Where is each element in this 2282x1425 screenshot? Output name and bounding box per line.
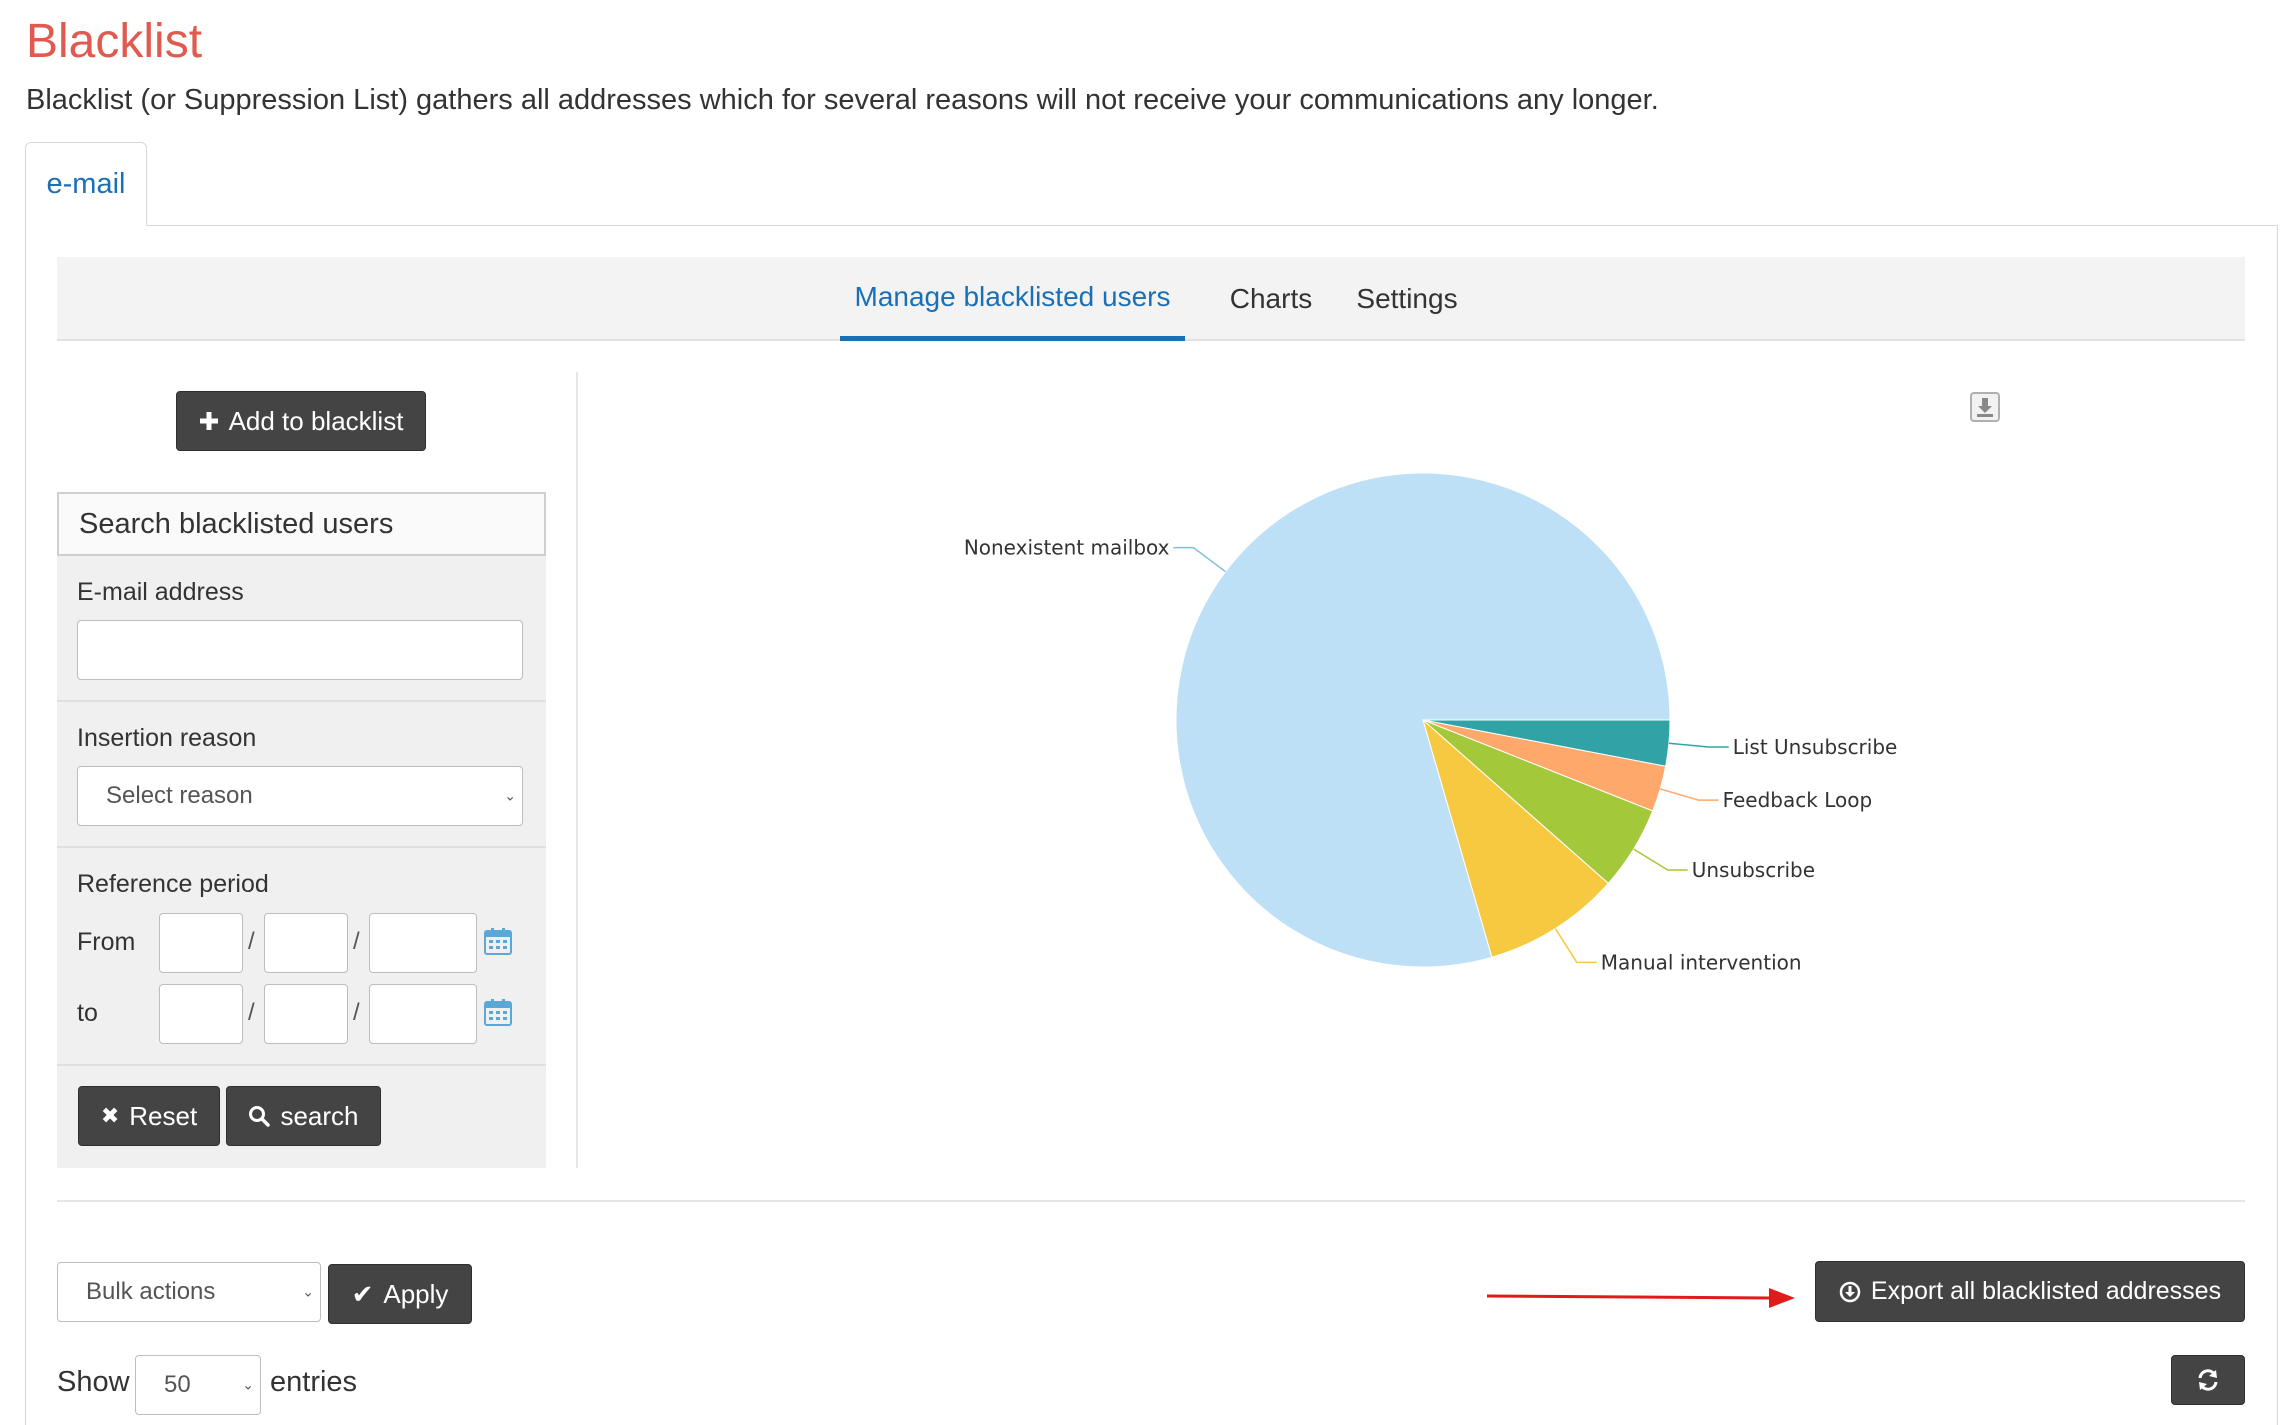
chevron-down-icon: ⌄	[504, 787, 516, 804]
date-separator: /	[353, 999, 360, 1026]
from-month-input[interactable]	[264, 913, 348, 973]
refresh-icon	[2198, 1369, 2218, 1391]
from-year-input[interactable]	[369, 913, 477, 973]
calendar-icon[interactable]	[483, 926, 513, 956]
reason-select-value: Select reason	[106, 782, 253, 809]
search-panel-title: Search blacklisted users	[57, 492, 546, 556]
download-circle-icon	[1839, 1281, 1861, 1302]
pie-leader-line	[1554, 928, 1597, 964]
add-to-blacklist-button[interactable]: Add to blacklist	[176, 391, 426, 451]
check-icon: ✔	[351, 1278, 374, 1309]
divider	[57, 700, 546, 702]
search-panel: Search blacklisted users E-mail address …	[57, 492, 546, 1168]
pie-label: Feedback Loop	[1723, 788, 1873, 812]
pie-leader-line	[1173, 546, 1226, 573]
subtab-charts[interactable]: Charts	[1207, 257, 1335, 341]
bulk-actions-value: Bulk actions	[86, 1278, 216, 1305]
page-description: Blacklist (or Suppression List) gathers …	[26, 84, 1659, 116]
blacklist-page: Blacklist Blacklist (or Suppression List…	[0, 0, 2282, 1425]
pie-label: List Unsubscribe	[1733, 735, 1898, 759]
entries-per-page-select[interactable]: 50 ⌄	[135, 1355, 261, 1415]
pie-leader-line	[1668, 742, 1729, 748]
date-separator: /	[248, 999, 255, 1026]
pie-leader-line	[1659, 788, 1719, 801]
subnav-bar: Manage blacklisted users Charts Settings	[57, 257, 2245, 341]
reset-label: Reset	[129, 1100, 198, 1131]
subtab-settings[interactable]: Settings	[1347, 257, 1467, 341]
chevron-down-icon: ⌄	[302, 1283, 314, 1300]
pie-label: Unsubscribe	[1692, 858, 1815, 882]
period-label: Reference period	[77, 870, 269, 898]
to-label: to	[77, 999, 98, 1027]
apply-button[interactable]: ✔ Apply	[328, 1264, 472, 1324]
annotation-arrow	[1486, 1288, 1795, 1308]
add-to-blacklist-label: Add to blacklist	[228, 405, 404, 436]
bulk-actions-select[interactable]: Bulk actions ⌄	[57, 1262, 321, 1322]
search-label: search	[280, 1100, 359, 1131]
search-button[interactable]: search	[226, 1086, 381, 1146]
pie-label: Nonexistent mailbox	[964, 536, 1170, 560]
close-icon: ✖	[100, 1103, 120, 1128]
date-separator: /	[353, 928, 360, 955]
date-separator: /	[248, 928, 255, 955]
show-label: Show	[57, 1366, 130, 1398]
to-month-input[interactable]	[264, 984, 348, 1044]
email-field[interactable]	[77, 620, 523, 680]
chevron-down-icon: ⌄	[242, 1376, 254, 1393]
to-day-input[interactable]	[159, 984, 243, 1044]
to-year-input[interactable]	[369, 984, 477, 1044]
section-divider	[57, 1200, 2245, 1202]
page-title: Blacklist	[26, 15, 203, 68]
blacklist-reasons-pie-chart: Nonexistent mailbox List Unsubscribe Feedb…	[964, 472, 1898, 974]
divider	[57, 846, 546, 848]
export-all-label: Export all blacklisted addresses	[1870, 1277, 2222, 1305]
reason-label: Insertion reason	[77, 724, 257, 752]
search-icon	[249, 1106, 271, 1127]
entries-label: entries	[270, 1366, 358, 1398]
email-label: E-mail address	[77, 578, 244, 606]
export-all-button[interactable]: Export all blacklisted addresses	[1815, 1261, 2245, 1322]
subtab-manage-blacklisted-users[interactable]: Manage blacklisted users	[840, 257, 1185, 341]
apply-label: Apply	[383, 1278, 449, 1309]
calendar-icon[interactable]	[483, 997, 513, 1027]
reset-button[interactable]: ✖ Reset	[78, 1086, 220, 1146]
refresh-button[interactable]	[2171, 1355, 2245, 1405]
plus-icon	[199, 412, 218, 430]
from-label: From	[77, 928, 136, 956]
from-day-input[interactable]	[159, 913, 243, 973]
entries-per-page-value: 50	[164, 1371, 191, 1398]
pie-label: Manual intervention	[1601, 950, 1802, 974]
divider	[57, 1064, 546, 1066]
pie-leader-line	[1633, 848, 1688, 871]
tab-email[interactable]: e-mail	[25, 142, 147, 226]
column-divider	[576, 372, 578, 1168]
reason-select[interactable]: Select reason ⌄	[77, 766, 523, 826]
